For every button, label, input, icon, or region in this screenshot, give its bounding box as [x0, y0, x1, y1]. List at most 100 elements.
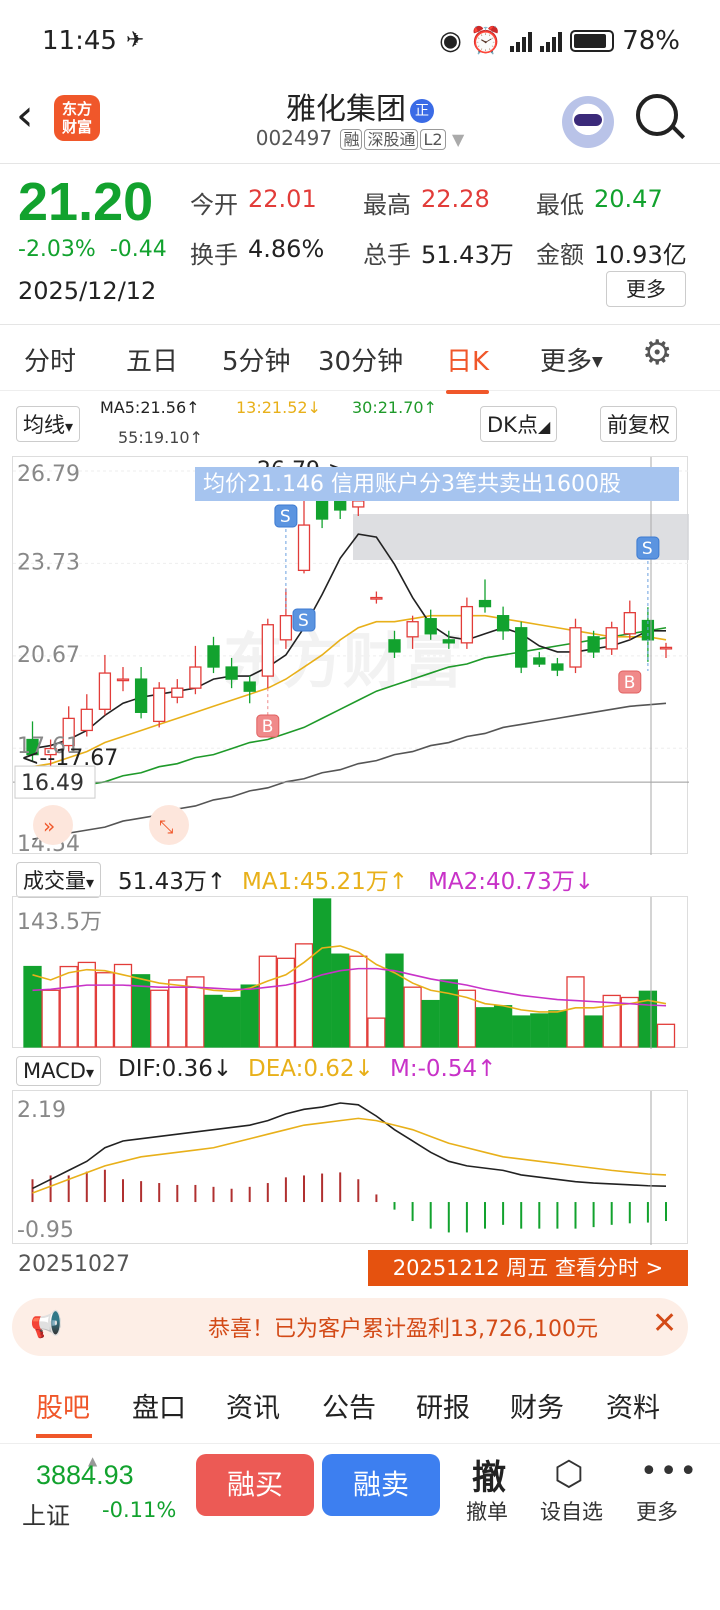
tab-5min[interactable]: 5分钟 [222, 341, 291, 378]
candle-body [496, 615, 510, 632]
add-watchlist-icon[interactable]: ⬡ [554, 1454, 584, 1494]
tab-announcements[interactable]: 公告 [322, 1386, 376, 1425]
volume-bar [204, 994, 223, 1048]
volume-bar [240, 984, 259, 1048]
tab-5day[interactable]: 五日 [126, 341, 178, 378]
volume-bar [367, 1017, 386, 1048]
index-change: -0.11% [102, 1498, 177, 1522]
quote-stat: 最高 22.28 [363, 185, 536, 220]
y-label-mid2: 20.67 [17, 643, 80, 668]
quote-date: 2025/12/12 [18, 277, 157, 305]
quote-panel: 21.20 -2.03% -0.44 2025/12/12 今开 22.01 最高 2… [0, 165, 720, 325]
more-dots-icon[interactable]: ••• [640, 1454, 699, 1489]
settings-gear-icon[interactable]: ⚙ [642, 333, 672, 373]
tab-news[interactable]: 资讯 [226, 1386, 280, 1425]
cancel-order-label[interactable]: 撤单 [466, 1496, 508, 1526]
tab-intraday[interactable]: 分时 [24, 341, 76, 378]
volume-bar [403, 986, 422, 1048]
macd-y-bottom: -0.95 [17, 1218, 74, 1243]
more-label[interactable]: 更多 [636, 1496, 678, 1526]
tab-daily-k[interactable]: 日K [446, 341, 490, 394]
indicator-select[interactable]: 均线▾ [16, 406, 81, 442]
level2-tag: L2 [420, 129, 446, 150]
candle-body [569, 627, 582, 668]
ma5-value: MA5:21.56↑ [100, 398, 200, 417]
candle-body [297, 524, 311, 572]
tab-research[interactable]: 研报 [416, 1386, 470, 1425]
macd-chart[interactable]: 2.19 -0.95 [12, 1090, 688, 1245]
adjust-select[interactable]: 前复权 [600, 406, 677, 442]
quote-stat-label: 最低 [536, 190, 584, 219]
macd-select[interactable]: MACD▾ [16, 1056, 101, 1086]
trade-badge-label: S [298, 611, 309, 631]
candle-body [551, 663, 564, 671]
volume-bar [258, 955, 277, 1048]
volume-bar [41, 989, 60, 1048]
trade-banner-text: 均价21.146 信用账户分3笔共卖出1600股 [203, 472, 621, 497]
volume-bar [566, 976, 585, 1048]
quote-stat-label: 总手 [363, 240, 411, 269]
volume-bar [385, 953, 404, 1048]
volume-value: 51.43万↑ [118, 869, 227, 895]
view-intraday-button[interactable]: 20251212 周五 查看分时 > [368, 1250, 688, 1286]
corner-icon: ◢ [537, 417, 551, 436]
volume-select[interactable]: 成交量▾ [16, 862, 102, 898]
kline-svg: 东方财富16.4926.7923.7320.6717.6114.54<--17.… [13, 457, 689, 857]
add-watchlist-label[interactable]: 设自选 [540, 1496, 603, 1526]
candle-body [98, 672, 112, 710]
quote-stats: 今开 22.01 最高 22.28 最低 20.47 换手 4.86% 总手 51.43万 金额 10… [190, 177, 710, 277]
volume-bar [493, 1005, 513, 1048]
ai-assistant-icon[interactable] [562, 96, 614, 148]
quote-more-button[interactable]: 更多 [606, 271, 686, 307]
volume-y-top: 143.5万 [17, 910, 102, 935]
margin-sell-button[interactable]: 融卖 [322, 1454, 440, 1516]
index-value[interactable]: 3884.93 [36, 1460, 134, 1491]
battery-icon [570, 30, 615, 52]
volume-bar [77, 961, 96, 1048]
quote-stat-label: 今开 [190, 190, 238, 219]
clock: 11:45 [42, 26, 117, 56]
notice-bar[interactable]: 📢 恭喜！已为客户累计盈利13,726,100元 ✕ [12, 1298, 688, 1356]
dk-label: DK点 [487, 413, 538, 437]
expand-glyph: ⤡ [159, 817, 173, 838]
candle-body [80, 708, 93, 732]
alarm-icon: ⏰ [469, 26, 503, 56]
candle-body [623, 612, 636, 635]
stock-name: 雅化集团 [286, 92, 406, 127]
search-icon[interactable] [636, 94, 686, 140]
dk-point-select[interactable]: DK点◢ [480, 406, 558, 442]
caret-icon: ▾ [86, 873, 95, 892]
tab-profile[interactable]: 资料 [606, 1386, 660, 1425]
footer-toolbar: ▲ 3884.93 上证 -0.11% 融买 融卖 撤 撤单 ⬡ 设自选 •••… [0, 1454, 720, 1610]
tab-more[interactable]: 更多▼ [540, 341, 603, 378]
cancel-order-icon[interactable]: 撤 [472, 1450, 506, 1499]
candle-body [370, 596, 383, 600]
tab-finance[interactable]: 财务 [510, 1386, 564, 1425]
indicator-label: 均线 [23, 413, 65, 437]
quote-stat-value: 22.28 [421, 184, 490, 213]
trade-badge-label: S [280, 507, 291, 527]
tab-30min[interactable]: 30分钟 [318, 341, 403, 378]
caret-icon: ▾ [85, 1063, 94, 1082]
candle-body [406, 621, 419, 638]
dropdown-icon[interactable]: ▼ [452, 130, 464, 149]
tab-guba[interactable]: 股吧 [36, 1386, 90, 1425]
kline-chart[interactable]: 东方财富16.4926.7923.7320.6717.6114.54<--17.… [12, 456, 689, 857]
quote-stat: 换手 4.86% [190, 235, 363, 270]
tab-pankou[interactable]: 盘口 [132, 1386, 186, 1425]
quote-stat-label: 换手 [190, 240, 238, 269]
margin-buy-button[interactable]: 融买 [196, 1454, 314, 1516]
volume-bar [421, 999, 440, 1048]
stock-code: 002497 [255, 126, 333, 150]
close-icon[interactable]: ✕ [652, 1306, 677, 1341]
caret-icon: ▼ [592, 354, 603, 370]
volume-bar [512, 1015, 531, 1048]
candle-body [189, 666, 202, 689]
volume-chart[interactable]: 143.5万 [12, 896, 688, 1049]
volume-bar [59, 965, 78, 1048]
zheng-badge-icon: 正 [410, 99, 434, 123]
candle-body [605, 627, 618, 650]
volume-bar [294, 943, 314, 1048]
margin-tag: 融 [340, 129, 363, 150]
macd-dea: DEA:0.62↓ [248, 1056, 374, 1082]
